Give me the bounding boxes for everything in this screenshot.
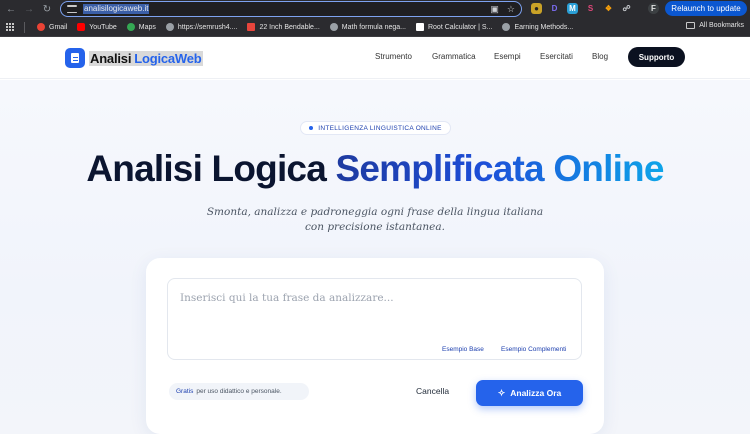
relaunch-button[interactable]: Relaunch to update — [665, 1, 747, 16]
analyze-button[interactable]: ✧ Analizza Ora — [476, 380, 583, 406]
bookmark-maps[interactable]: Maps — [126, 23, 156, 31]
bookmark-math[interactable]: Math formula nega... — [329, 23, 406, 31]
sentence-input[interactable]: Inserisci qui la tua frase da analizzare… — [167, 278, 582, 360]
nav-blog[interactable]: Blog — [592, 52, 608, 61]
extension-coin-icon[interactable]: ● — [531, 3, 542, 14]
apps-grid-icon[interactable] — [6, 23, 14, 31]
logo-text: Analisi LogicaWeb — [89, 50, 203, 66]
bookmark-youtube[interactable]: YouTube — [77, 23, 117, 31]
all-bookmarks[interactable]: All Bookmarks — [686, 22, 744, 29]
address-bar[interactable]: analisilogicaweb.it ▣ ☆ — [60, 1, 522, 17]
free-usage-note: Gratis per uso didattico e personale. — [169, 383, 309, 400]
bookmarks-bar: Gmail YouTube Maps https://semrush4.... … — [0, 18, 750, 37]
analyzer-card: Inserisci qui la tua frase da analizzare… — [146, 258, 604, 434]
sparkle-icon: ✧ — [497, 387, 506, 398]
nav-esercitati[interactable]: Esercitati — [540, 52, 573, 61]
hero-section: INTELLIGENZA LINGUISTICA ONLINE Analisi … — [0, 80, 750, 434]
youtube-icon — [77, 23, 86, 31]
status-dot-icon — [309, 126, 314, 130]
bookmark-earning[interactable]: Earning Methods... — [502, 23, 573, 31]
divider — [24, 21, 25, 33]
extension-d-icon[interactable]: D — [549, 3, 560, 14]
globe-icon — [165, 23, 174, 31]
page-title: Analisi Logica Semplificata Online — [86, 148, 664, 189]
example-base-link[interactable]: Esempio Base — [442, 346, 484, 353]
cancel-button[interactable]: Cancella — [416, 386, 449, 396]
folder-icon — [686, 22, 696, 29]
support-button[interactable]: Supporto — [628, 47, 685, 67]
globe-icon — [329, 23, 338, 31]
bookmark-semrush[interactable]: https://semrush4.... — [165, 23, 237, 31]
input-placeholder: Inserisci qui la tua frase da analizzare… — [180, 292, 394, 304]
badge: INTELLIGENZA LINGUISTICA ONLINE — [300, 121, 451, 135]
bookmark-bendable[interactable]: 22 Inch Bendable... — [247, 23, 320, 31]
reload-icon[interactable]: ↻ — [38, 0, 56, 18]
extensions-puzzle-icon[interactable]: ☍ — [621, 3, 632, 14]
profile-avatar-icon[interactable]: F — [648, 3, 659, 14]
globe-icon — [502, 23, 511, 31]
site-logo[interactable]: Analisi LogicaWeb — [65, 48, 203, 68]
calculator-icon — [415, 23, 424, 31]
nav-strumento[interactable]: Strumento — [375, 52, 412, 61]
site-header: Analisi LogicaWeb Strumento Grammatica Es… — [0, 37, 750, 79]
example-complements-link[interactable]: Esempio Complementi — [501, 346, 566, 353]
site-settings-icon[interactable] — [67, 5, 77, 13]
gmail-icon — [37, 23, 45, 31]
bookmark-root-calculator[interactable]: Root Calculator | S... — [415, 23, 492, 31]
maps-icon — [126, 23, 135, 31]
shop-icon — [247, 23, 256, 31]
extension-s-icon[interactable]: S — [585, 3, 596, 14]
nav-grammatica[interactable]: Grammatica — [432, 52, 476, 61]
extension-leaf-icon[interactable]: ❖ — [603, 3, 614, 14]
back-arrow-icon[interactable]: ← — [2, 0, 20, 18]
bookmark-star-icon[interactable]: ☆ — [507, 4, 515, 15]
translate-icon[interactable]: ▣ — [490, 4, 499, 15]
browser-toolbar: ← → ↻ analisilogicaweb.it ▣ ☆ ● D M S ❖ … — [0, 0, 750, 18]
document-icon — [65, 48, 85, 68]
page-subtitle: Smonta, analizza e padroneggia ogni fras… — [206, 206, 544, 233]
bookmark-gmail[interactable]: Gmail — [37, 23, 67, 31]
extension-m-icon[interactable]: M — [567, 3, 578, 14]
nav-esempi[interactable]: Esempi — [494, 52, 521, 61]
url-text[interactable]: analisilogicaweb.it — [83, 4, 150, 14]
forward-arrow-icon[interactable]: → — [20, 0, 38, 18]
